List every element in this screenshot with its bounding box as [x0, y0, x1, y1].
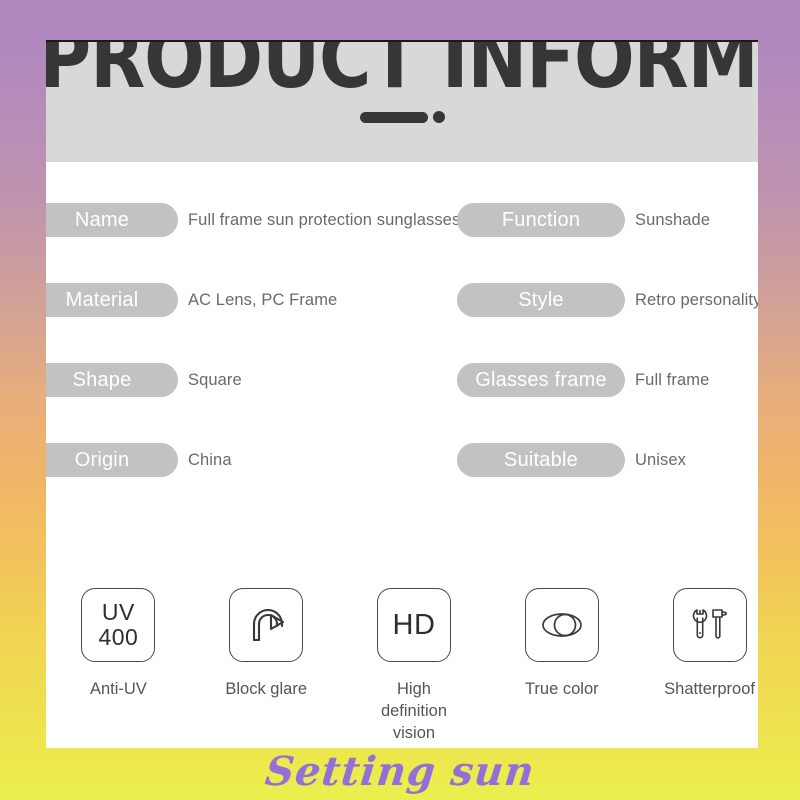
spec-value: Full frame sun protection sunglasses	[188, 210, 461, 229]
spec-item-glasses-frame: Glasses frame Full frame	[457, 363, 709, 397]
feature-anti-uv: UV 400 Anti-UV	[70, 588, 167, 700]
feature-shatterproof: Shatterproof	[661, 588, 758, 700]
spec-value: Retro personality	[635, 290, 758, 309]
feature-block-glare: Block glare	[218, 588, 315, 700]
uv400-icon: UV 400	[81, 588, 156, 662]
watermark-text: Setting sun	[262, 748, 538, 795]
spec-item-function: Function Sunshade	[457, 203, 710, 237]
spec-label-pill: Style	[457, 283, 625, 317]
feature-label: True color	[524, 680, 599, 698]
spec-label-pill: Suitable	[457, 443, 625, 477]
spec-row: Origin China Suitable Unisex	[46, 430, 758, 510]
spec-item-style: Style Retro personality	[457, 283, 758, 317]
spec-item-origin: Origin China	[46, 443, 232, 477]
spec-value: Unisex	[635, 450, 687, 469]
feature-label: Anti-UV	[89, 680, 147, 698]
spec-item-suitable: Suitable Unisex	[457, 443, 686, 477]
spec-value: AC Lens, PC Frame	[188, 290, 338, 309]
spec-row: Name Full frame sun protection sunglasse…	[46, 190, 758, 270]
spec-value: China	[188, 450, 232, 469]
divider-dot-icon	[432, 111, 445, 123]
spec-label-pill: Name	[46, 203, 178, 237]
product-information-card-page: PRODUCT INFORMATION Name Full frame sun …	[0, 0, 800, 800]
spec-item-material: Material AC Lens, PC Frame	[46, 283, 337, 317]
wrench-hammer-icon	[672, 588, 747, 662]
spec-item-name: Name Full frame sun protection sunglasse…	[46, 203, 460, 237]
spec-value: Sunshade	[635, 210, 711, 229]
feature-high-definition-vision: HD High definition vision	[366, 588, 463, 744]
feature-label: High definition vision	[380, 680, 448, 742]
u-turn-arrow-icon	[229, 588, 304, 662]
uv400-icon-text: UV 400	[98, 599, 139, 650]
feature-label: Shatterproof	[664, 680, 755, 698]
spec-label-pill: Shape	[46, 363, 178, 397]
divider-dash-icon	[359, 111, 428, 123]
spec-label-pill: Material	[46, 283, 178, 317]
spec-label-pill: Origin	[46, 443, 178, 477]
hd-icon: HD	[376, 588, 451, 662]
title-divider	[46, 110, 758, 124]
feature-icon-row: UV 400 Anti-UV Block glare HD High defin…	[46, 588, 758, 744]
spec-value: Full frame	[635, 370, 710, 389]
spec-item-shape: Shape Square	[46, 363, 242, 397]
spec-label-pill: Function	[457, 203, 625, 237]
header-band: PRODUCT INFORMATION	[46, 40, 758, 162]
spec-value: Square	[188, 370, 242, 389]
spec-row: Material AC Lens, PC Frame Style Retro p…	[46, 270, 758, 350]
feature-true-color: True color	[513, 588, 610, 700]
spec-row: Shape Square Glasses frame Full frame	[46, 350, 758, 430]
lens-overlap-icon	[524, 588, 599, 662]
white-content-card: PRODUCT INFORMATION Name Full frame sun …	[46, 40, 758, 748]
spec-label-pill: Glasses frame	[457, 363, 625, 397]
page-title: PRODUCT INFORMATION	[46, 40, 758, 108]
hd-icon-text: HD	[392, 608, 436, 641]
feature-label: Block glare	[225, 680, 307, 698]
specification-list: Name Full frame sun protection sunglasse…	[46, 190, 758, 510]
